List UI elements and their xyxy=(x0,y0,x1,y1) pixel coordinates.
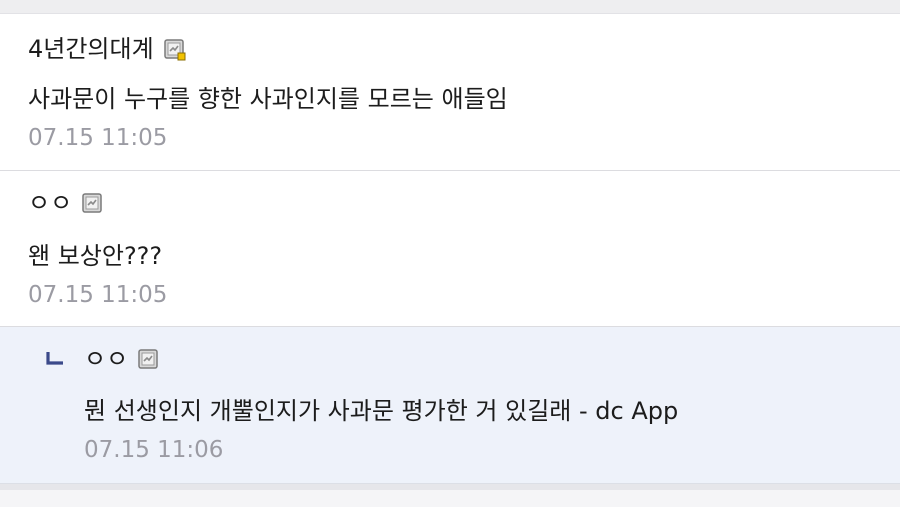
fixed-nick-badge-icon xyxy=(163,39,186,61)
reply-date: 07.15 11:06 xyxy=(84,437,224,463)
comment-header: 4년간의대계 xyxy=(28,34,186,64)
comment-header: ㅇㅇ xyxy=(28,188,102,218)
reply-arrow-icon xyxy=(46,352,63,365)
bottom-divider xyxy=(0,484,900,507)
comment-nickname[interactable]: 4년간의대계 xyxy=(28,34,154,64)
fixed-nick-badge-icon xyxy=(82,193,102,213)
reply-header: ㅇㅇ xyxy=(84,344,158,374)
reply-nickname[interactable]: ㅇㅇ xyxy=(84,344,128,374)
reply-content: 뭔 선생인지 개뿔인지가 사과문 평가한 거 있길래 - dc App xyxy=(84,397,679,425)
fixed-nick-badge-icon xyxy=(138,349,158,369)
comment-item: ㅇㅇ 왠 보상안??? 07.15 11:05 xyxy=(0,171,900,327)
comment-nickname[interactable]: ㅇㅇ xyxy=(28,188,72,218)
comment-content: 왠 보상안??? xyxy=(28,242,163,270)
comment-content: 사과문이 누구를 향한 사과인지를 모르는 애들임 xyxy=(28,85,508,113)
comment-date: 07.15 11:05 xyxy=(28,282,168,308)
top-divider xyxy=(0,0,900,14)
comment-item: 4년간의대계 사과문이 누구를 향한 사과인지를 모르는 애들임 07.15 1… xyxy=(0,14,900,171)
comment-date: 07.15 11:05 xyxy=(28,125,168,151)
